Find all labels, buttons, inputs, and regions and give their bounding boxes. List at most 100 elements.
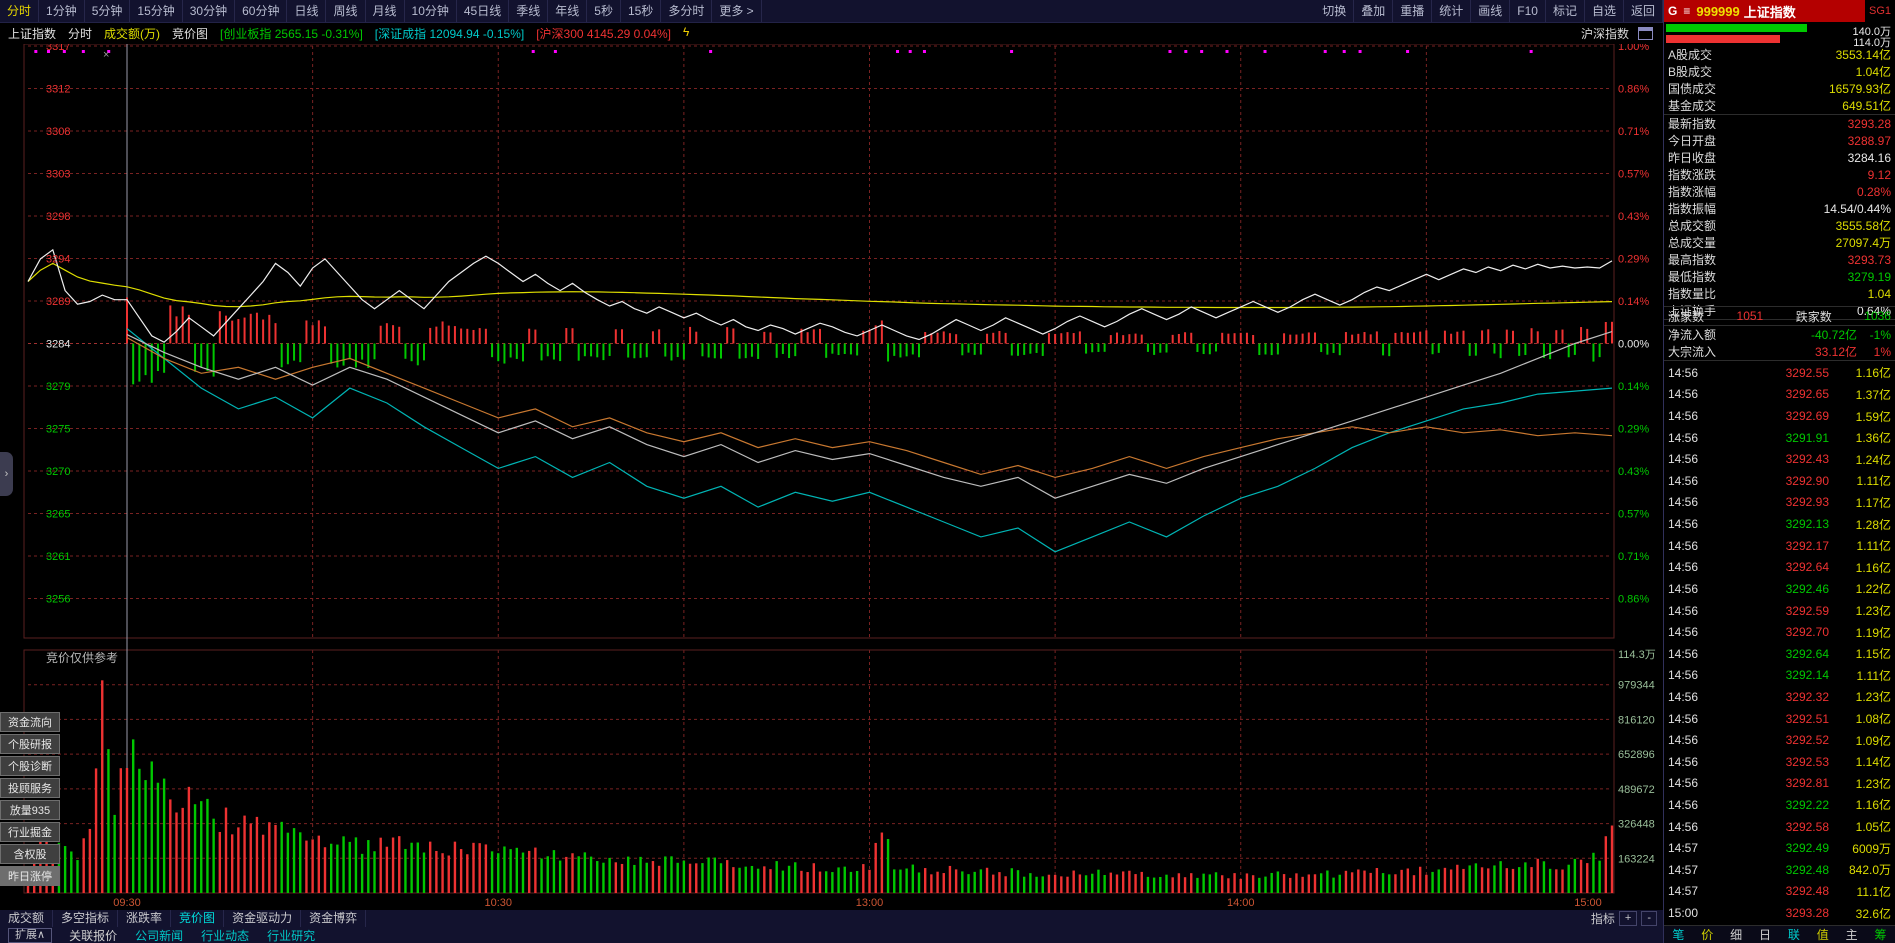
indicator-tab-4[interactable]: 资金驱动力 (224, 910, 301, 927)
statusbar-link-0[interactable]: 关联报价 (60, 927, 126, 943)
chart-header-segment-1[interactable]: 分时 (68, 25, 92, 42)
tick-price: 3292.32 (1712, 690, 1829, 704)
sidebar-button-6[interactable]: 含权股 (0, 844, 60, 864)
quote-tab-5[interactable]: 值 (1817, 926, 1829, 943)
sidebar-button-1[interactable]: 个股研报 (0, 734, 60, 754)
info-label: 今日开盘 (1668, 132, 1716, 149)
tick-row-15: 14:563292.321.23亿 (1664, 686, 1895, 708)
toolbar-item-15[interactable]: 多分时 (661, 0, 712, 22)
tick-row-13: 14:563292.641.15亿 (1664, 643, 1895, 665)
toolbar-item-3[interactable]: 15分钟 (130, 0, 182, 22)
add-indicator-button[interactable]: + (1619, 911, 1637, 926)
toolbar-right-group: 切换叠加重播统计画线F10标记自选返回 (1315, 0, 1663, 22)
toolbar-item-0[interactable]: 分时 (0, 0, 39, 22)
statusbar-link-3[interactable]: 行业研究 (258, 927, 324, 943)
menu-icon[interactable]: ≡ (1681, 4, 1692, 18)
tick-row-14: 14:563292.141.11亿 (1664, 665, 1895, 687)
quote-tab-0[interactable]: 笔 (1672, 926, 1684, 943)
quote-tab-1[interactable]: 价 (1701, 926, 1713, 943)
panel-expander[interactable]: › (0, 452, 13, 496)
toolbar-item-6[interactable]: 日线 (287, 0, 326, 22)
toolbar-item-11[interactable]: 季线 (509, 0, 548, 22)
toolbar-item-14[interactable]: 15秒 (621, 0, 661, 22)
chart-header-segment-4[interactable]: [创业板指 2565.15 -0.31%] (220, 25, 363, 42)
info-value: 14.54/0.44% (1824, 202, 1891, 216)
indicator-tab-0[interactable]: 成交额 (0, 910, 53, 927)
chart-header-segment-2[interactable]: 成交额(万) (104, 25, 160, 42)
toolbar-item-5[interactable]: 60分钟 (235, 0, 287, 22)
tick-time: 14:56 (1668, 625, 1712, 639)
tick-volume: 1.19亿 (1829, 624, 1891, 641)
sidebar-button-2[interactable]: 个股诊断 (0, 756, 60, 776)
tick-row-20: 14:563292.221.16亿 (1664, 794, 1895, 816)
money-flow-rows: 净流入额-40.72亿-1%大宗流入33.12亿1% (1664, 326, 1895, 361)
info-label: 指数涨跌 (1668, 166, 1716, 183)
statusbar-link-2[interactable]: 行业动态 (192, 927, 258, 943)
remove-indicator-button[interactable]: - (1641, 911, 1657, 926)
chart-header-segment-0[interactable]: 上证指数 (8, 25, 56, 42)
statusbar-link-1[interactable]: 公司新闻 (126, 927, 192, 943)
toolbar-action-1[interactable]: 叠加 (1354, 0, 1393, 22)
flow-pct: -1% (1857, 328, 1891, 342)
toolbar-item-10[interactable]: 45日线 (457, 0, 509, 22)
toolbar-action-3[interactable]: 统计 (1432, 0, 1471, 22)
svg-text:3261: 3261 (46, 551, 70, 563)
expand-button[interactable]: 扩展∧ (8, 928, 52, 943)
indicator-tab-5[interactable]: 资金博弈 (301, 910, 366, 927)
toolbar-item-7[interactable]: 周线 (326, 0, 365, 22)
sidebar-button-0[interactable]: 资金流向 (0, 712, 60, 732)
tick-list[interactable]: 14:563292.551.16亿14:563292.651.37亿14:563… (1664, 361, 1895, 925)
chart-header-segment-7[interactable]: ϟ (683, 25, 689, 42)
quote-tab-6[interactable]: 主 (1846, 926, 1858, 943)
toolbar-item-16[interactable]: 更多 > (712, 0, 761, 22)
tick-row-0: 14:563292.551.16亿 (1664, 362, 1895, 384)
tick-row-7: 14:563292.131.28亿 (1664, 513, 1895, 535)
intraday-chart[interactable]: 33171.00%33120.86%33080.71%33030.57%3298… (0, 0, 1663, 943)
quote-tab-3[interactable]: 日 (1759, 926, 1771, 943)
info-row-3: 基金成交649.51亿 (1664, 97, 1895, 115)
sidebar-button-5[interactable]: 行业掘金 (0, 822, 60, 842)
toolbar-item-9[interactable]: 10分钟 (405, 0, 457, 22)
toolbar-action-8[interactable]: 返回 (1624, 0, 1663, 22)
quote-tab-7[interactable]: 筹 (1875, 926, 1887, 943)
indicator-label[interactable]: 指标 (1591, 910, 1615, 927)
toolbar-item-8[interactable]: 月线 (366, 0, 405, 22)
quote-tab-4[interactable]: 联 (1788, 926, 1800, 943)
tick-volume: 1.15亿 (1829, 645, 1891, 662)
toolbar-action-0[interactable]: 切换 (1315, 0, 1354, 22)
decliners-label: 跌家数 (1796, 308, 1832, 325)
tick-volume: 1.16亿 (1829, 364, 1891, 381)
info-row-10: 总成交额3555.58亿 (1664, 217, 1895, 234)
tick-price: 3292.58 (1712, 820, 1829, 834)
indicator-tab-3[interactable]: 竞价图 (171, 910, 224, 927)
toolbar-item-4[interactable]: 30分钟 (183, 0, 235, 22)
toolbar-item-1[interactable]: 1分钟 (39, 0, 85, 22)
toolbar-action-7[interactable]: 自选 (1585, 0, 1624, 22)
toolbar-action-2[interactable]: 重播 (1393, 0, 1432, 22)
quote-tab-2[interactable]: 细 (1730, 926, 1742, 943)
chart-header-segment-3[interactable]: 竞价图 (172, 25, 208, 42)
tick-row-24: 14:573292.4811.1亿 (1664, 881, 1895, 903)
info-row-6: 昨日收盘3284.16 (1664, 149, 1895, 166)
toolbar-action-6[interactable]: 标记 (1546, 0, 1585, 22)
chart-header-segment-6[interactable]: [沪深300 4145.29 0.04%] (536, 25, 671, 42)
tick-time: 14:56 (1668, 733, 1712, 747)
svg-text:竞价仅供参考: 竞价仅供参考 (46, 650, 118, 665)
tick-price: 3291.91 (1712, 431, 1829, 445)
toolbar-action-4[interactable]: 画线 (1471, 0, 1510, 22)
chart-header-segment-5[interactable]: [深证成指 12094.94 -0.15%] (375, 25, 524, 42)
hushen-index-label[interactable]: 沪深指数 (1581, 25, 1629, 42)
toolbar-action-5[interactable]: F10 (1510, 0, 1546, 22)
toolbar-item-12[interactable]: 年线 (548, 0, 587, 22)
sidebar-button-3[interactable]: 投顾服务 (0, 778, 60, 798)
svg-text:3270: 3270 (46, 466, 70, 478)
indicator-tab-1[interactable]: 多空指标 (53, 910, 118, 927)
chart-header-right: 沪深指数 (1581, 25, 1653, 42)
sidebar-button-4[interactable]: 放量935 (0, 800, 60, 820)
sidebar-button-7[interactable]: 昨日涨停 (0, 866, 60, 886)
indicator-tab-2[interactable]: 涨跌率 (118, 910, 171, 927)
window-icon[interactable] (1638, 27, 1653, 40)
toolbar-item-2[interactable]: 5分钟 (85, 0, 131, 22)
ask-volume-bar (1666, 35, 1780, 43)
toolbar-item-13[interactable]: 5秒 (587, 0, 621, 22)
